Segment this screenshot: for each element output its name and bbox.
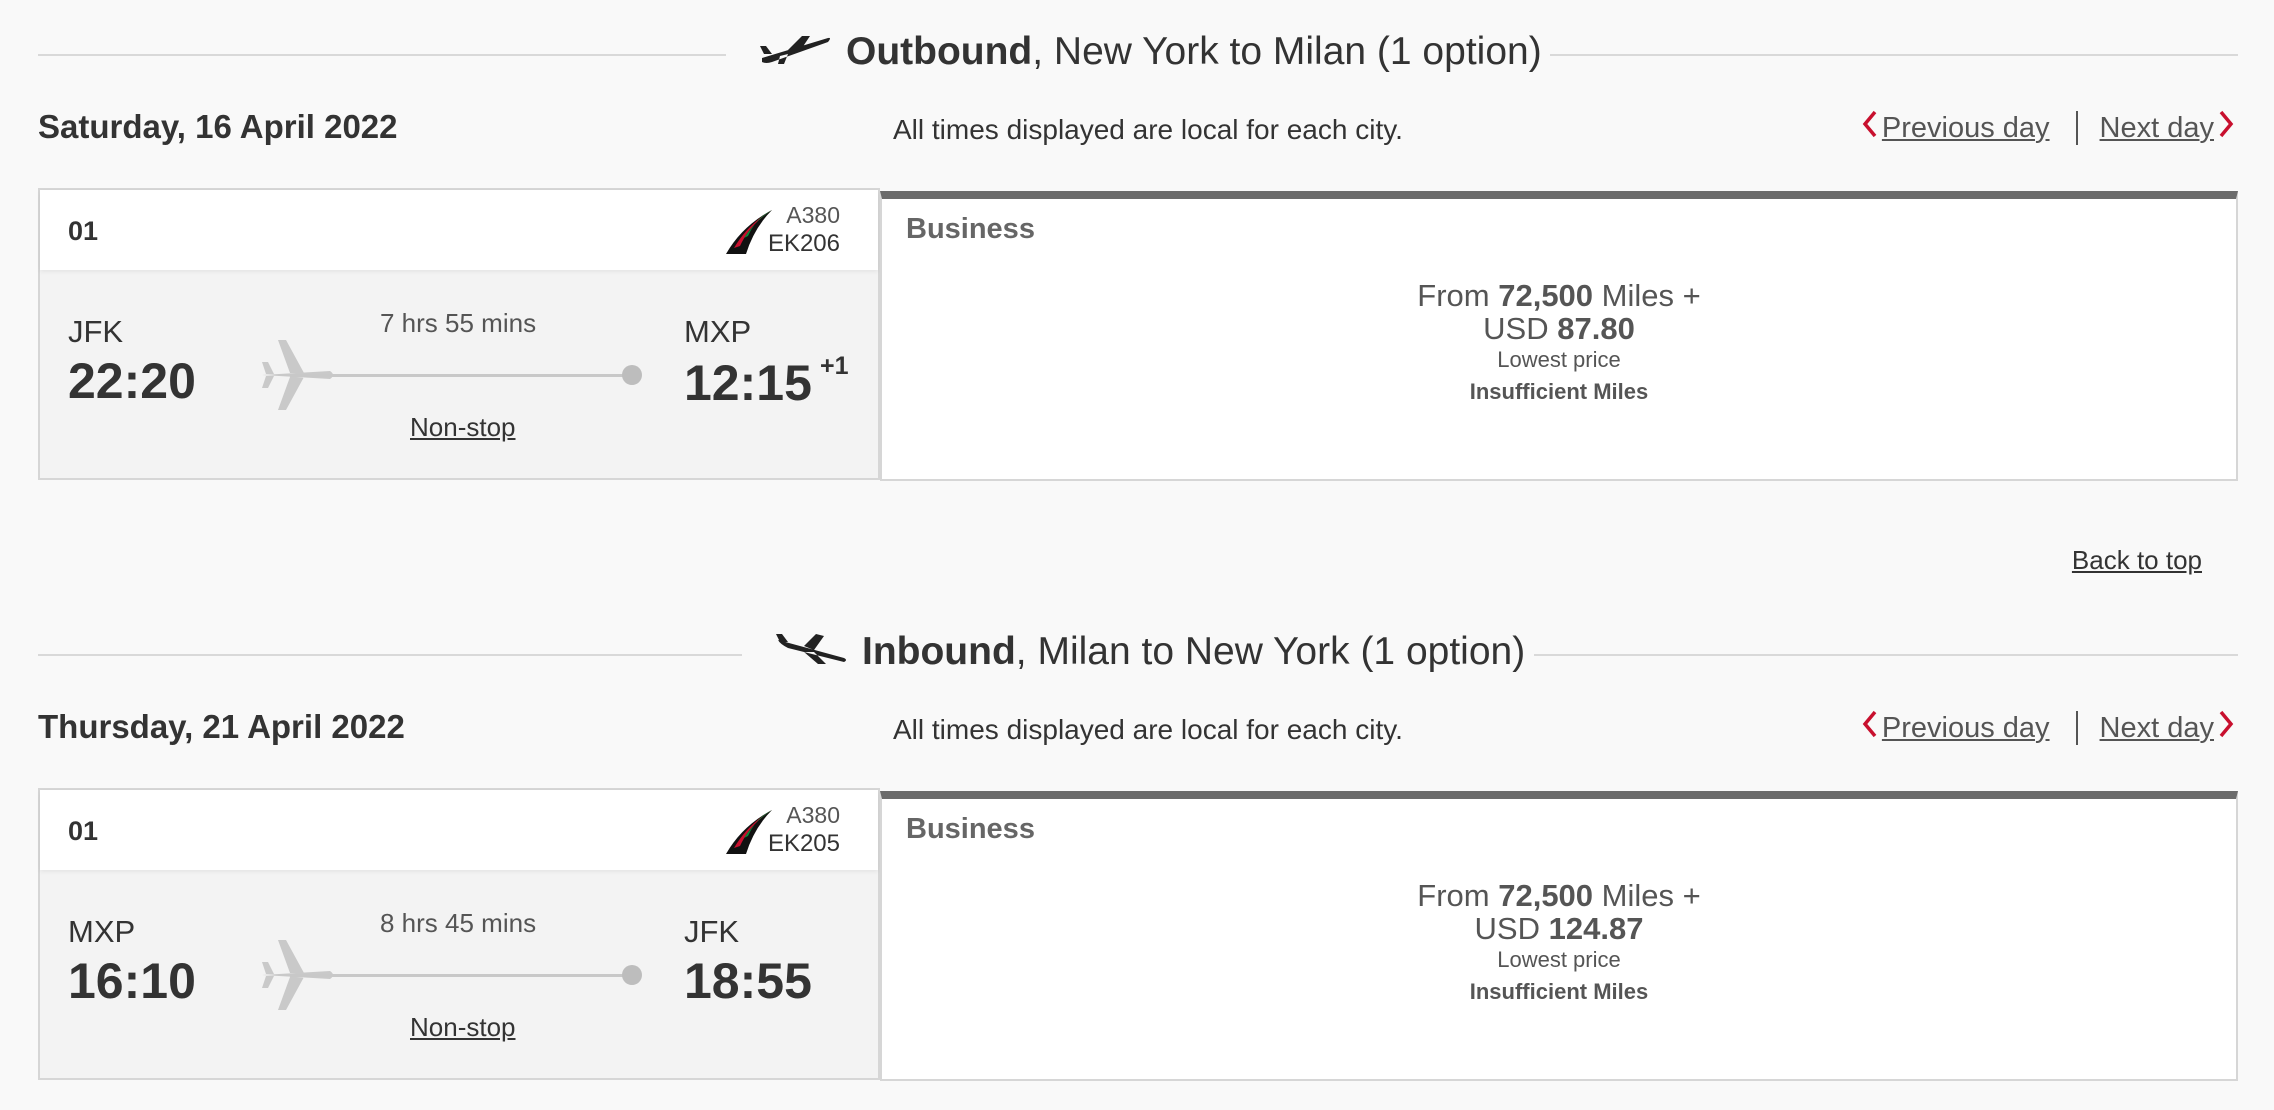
price-miles: 72,500 bbox=[1498, 278, 1594, 313]
route-plane-icon bbox=[260, 938, 336, 1017]
airline-logo bbox=[724, 208, 774, 261]
price-from: From bbox=[1417, 278, 1490, 313]
nav-divider bbox=[2075, 711, 2078, 745]
outbound-title-rest: , New York to Milan (1 option) bbox=[1032, 30, 1542, 73]
stops-link[interactable]: Non-stop bbox=[410, 412, 516, 443]
chevron-left-icon[interactable] bbox=[1862, 710, 1878, 746]
flight-number: EK206 bbox=[767, 230, 840, 257]
departing-plane-icon bbox=[758, 24, 832, 84]
next-day-link[interactable]: Next day bbox=[2100, 112, 2214, 145]
flight-card-header: 01 A380 EK206 bbox=[40, 190, 878, 270]
aircraft-type: A380 bbox=[786, 202, 840, 228]
price-from: From bbox=[1417, 878, 1490, 913]
price-currency: USD bbox=[1483, 311, 1549, 346]
fare-price: From 72,500 Miles + USD 87.80 Lowest pri… bbox=[882, 279, 2236, 409]
destination-code: MXP bbox=[684, 314, 752, 349]
route-line bbox=[290, 374, 630, 377]
nav-divider bbox=[2075, 111, 2078, 145]
header-rule-left bbox=[38, 54, 726, 56]
chevron-right-icon[interactable] bbox=[2218, 710, 2234, 746]
price-miles-suffix: Miles + bbox=[1601, 878, 1701, 913]
inbound-date: Thursday, 21 April 2022 bbox=[38, 708, 405, 745]
inbound-header: Inbound, Milan to New York (1 option) bbox=[38, 622, 2238, 682]
outbound-header: Outbound, New York to Milan (1 option) bbox=[38, 22, 2238, 82]
route-end-dot bbox=[622, 965, 642, 985]
flight-option-card[interactable]: 01 A380 EK206 JFK 22:20 7 hrs 55 mins No… bbox=[38, 188, 880, 480]
header-rule-left bbox=[38, 654, 742, 656]
option-number: 01 bbox=[68, 816, 99, 846]
origin-code: JFK bbox=[68, 314, 124, 349]
airline-logo bbox=[724, 808, 774, 861]
route-end-dot bbox=[622, 365, 642, 385]
day-offset: +1 bbox=[820, 352, 849, 380]
destination-code: JFK bbox=[684, 914, 740, 949]
price-amount: 124.87 bbox=[1548, 911, 1644, 946]
back-to-top-link[interactable]: Back to top bbox=[2072, 545, 2202, 576]
price-miles: 72,500 bbox=[1498, 878, 1594, 913]
flight-number: EK205 bbox=[767, 830, 840, 857]
origin-code: MXP bbox=[68, 914, 136, 949]
fare-card-business[interactable]: Business From 72,500 Miles + USD 87.80 L… bbox=[880, 191, 2238, 481]
inbound-title-bold: Inbound bbox=[862, 630, 1016, 673]
chevron-right-icon[interactable] bbox=[2218, 110, 2234, 146]
aircraft-type: A380 bbox=[786, 802, 840, 828]
price-amount: 87.80 bbox=[1557, 311, 1635, 346]
previous-day-link[interactable]: Previous day bbox=[1882, 712, 2050, 745]
route-plane-icon bbox=[260, 338, 336, 417]
flight-duration: 7 hrs 55 mins bbox=[380, 308, 537, 338]
outbound-title-bold: Outbound bbox=[846, 30, 1033, 73]
option-number: 01 bbox=[68, 216, 99, 246]
chevron-left-icon[interactable] bbox=[1862, 110, 1878, 146]
price-note: Lowest price bbox=[1497, 947, 1621, 972]
arrival-time: 18:55 bbox=[684, 953, 812, 1009]
cabin-class: Business bbox=[906, 813, 1035, 845]
fare-card-business[interactable]: Business From 72,500 Miles + USD 124.87 … bbox=[880, 791, 2238, 1081]
header-rule-right bbox=[1550, 54, 2238, 56]
arrival-time: 12:15 bbox=[684, 355, 812, 411]
departure-time: 22:20 bbox=[68, 353, 196, 409]
fare-price: From 72,500 Miles + USD 124.87 Lowest pr… bbox=[882, 879, 2236, 1009]
next-day-link[interactable]: Next day bbox=[2100, 712, 2214, 745]
inbound-title-rest: , Milan to New York (1 option) bbox=[1015, 630, 1526, 673]
outbound-title: Outbound, New York to Milan (1 option) bbox=[758, 22, 1542, 84]
local-time-note: All times displayed are local for each c… bbox=[893, 114, 1403, 145]
arriving-plane-icon bbox=[774, 624, 848, 684]
price-miles-suffix: Miles + bbox=[1601, 278, 1701, 313]
stops-link[interactable]: Non-stop bbox=[410, 1012, 516, 1043]
outbound-date: Saturday, 16 April 2022 bbox=[38, 108, 398, 145]
flight-card-header: 01 A380 EK205 bbox=[40, 790, 878, 870]
flight-option-card[interactable]: 01 A380 EK205 MXP 16:10 8 hrs 45 mins No… bbox=[38, 788, 880, 1080]
price-note: Lowest price bbox=[1497, 347, 1621, 372]
local-time-note: All times displayed are local for each c… bbox=[893, 714, 1403, 745]
previous-day-link[interactable]: Previous day bbox=[1882, 112, 2050, 145]
price-currency: USD bbox=[1474, 911, 1540, 946]
inbound-title: Inbound, Milan to New York (1 option) bbox=[774, 622, 1525, 684]
route-line bbox=[290, 974, 630, 977]
header-rule-right bbox=[1534, 654, 2238, 656]
day-navigation: Previous day Next day bbox=[1858, 110, 2238, 146]
flight-duration: 8 hrs 45 mins bbox=[380, 908, 537, 938]
miles-status: Insufficient Miles bbox=[1469, 379, 1649, 404]
miles-status: Insufficient Miles bbox=[1469, 979, 1649, 1004]
day-navigation: Previous day Next day bbox=[1858, 710, 2238, 746]
departure-time: 16:10 bbox=[68, 953, 196, 1009]
cabin-class: Business bbox=[906, 213, 1035, 245]
